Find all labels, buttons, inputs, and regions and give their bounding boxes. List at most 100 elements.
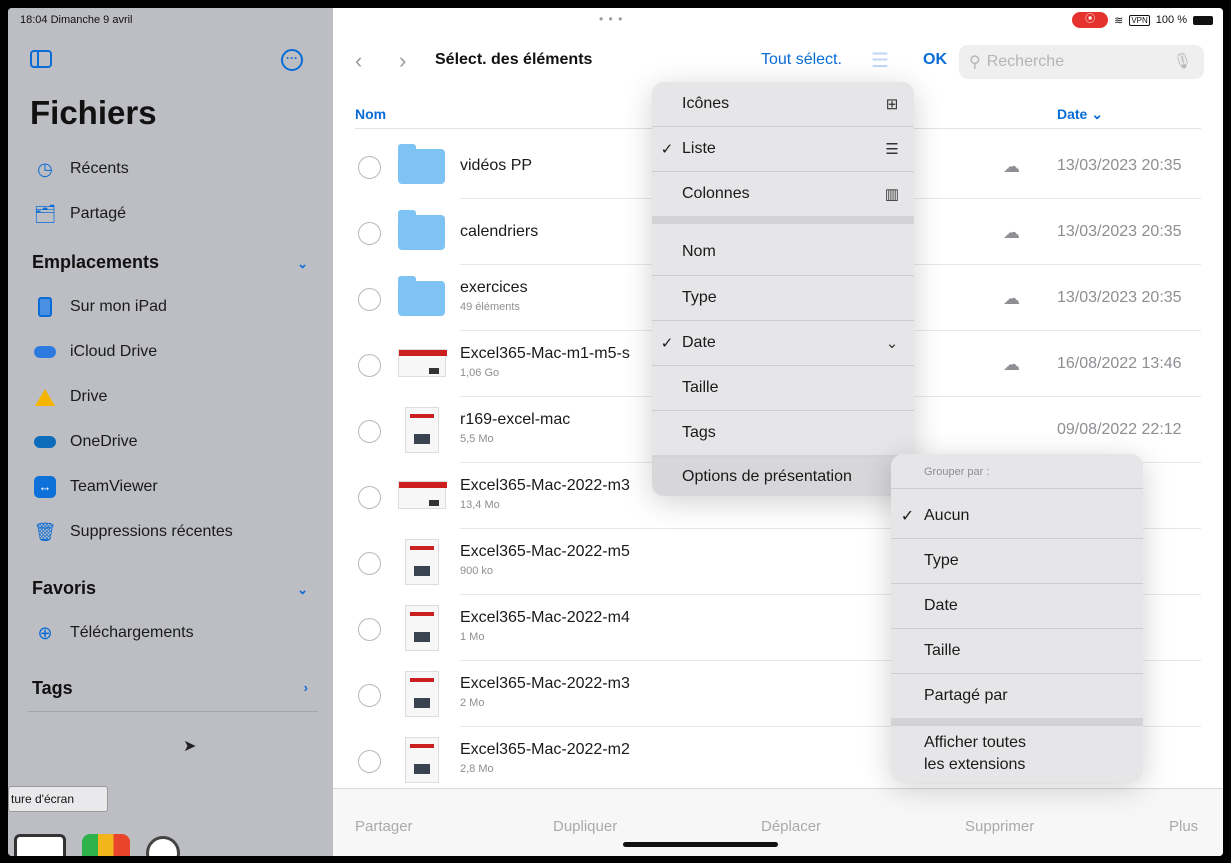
sidebar-item-shared[interactable]: 🗂 Partagé bbox=[32, 200, 126, 228]
search-field[interactable]: ⚲ Recherche 🎙 bbox=[959, 45, 1204, 79]
menu-item-sort-size[interactable]: Taille bbox=[652, 366, 914, 410]
group-item-date[interactable]: Date bbox=[891, 584, 1143, 628]
group-item-shared-by[interactable]: Partagé par bbox=[891, 674, 1143, 718]
sidebar-toggle-icon[interactable] bbox=[30, 50, 52, 68]
group-item-none[interactable]: ✓ Aucun bbox=[891, 494, 1143, 538]
section-favorites[interactable]: Favoris ⌄ bbox=[32, 578, 322, 599]
menu-item-sort-name[interactable]: Nom bbox=[652, 230, 914, 274]
battery-level: 100 % bbox=[1155, 14, 1187, 26]
chevron-down-icon[interactable]: ⌄ bbox=[297, 582, 308, 598]
select-radio[interactable] bbox=[358, 288, 381, 311]
menu-item-label: Date bbox=[924, 597, 958, 614]
sidebar-item-drive[interactable]: Drive bbox=[32, 383, 107, 411]
chevron-right-icon[interactable]: › bbox=[304, 680, 308, 695]
delete-button[interactable]: Supprimer bbox=[965, 818, 1034, 835]
screenshot-app-icon[interactable] bbox=[14, 834, 66, 856]
view-options-list-icon[interactable]: ☰ bbox=[871, 48, 889, 73]
menu-item-label: Icônes bbox=[682, 95, 730, 112]
cloud-download-icon[interactable]: ☁ bbox=[1003, 289, 1020, 309]
menu-item-label-line1: Afficher toutes bbox=[924, 734, 1026, 751]
onedrive-icon bbox=[32, 429, 58, 455]
menu-item-list[interactable]: ✓ Liste ☰ bbox=[652, 127, 914, 171]
dock-app-icon[interactable] bbox=[82, 834, 130, 856]
select-radio[interactable] bbox=[358, 750, 381, 773]
folder-icon bbox=[398, 210, 445, 250]
select-radio[interactable] bbox=[358, 420, 381, 443]
menu-item-icons[interactable]: Icônes ⊞ bbox=[652, 82, 914, 126]
sidebar-item-on-ipad[interactable]: Sur mon iPad bbox=[32, 293, 167, 321]
columns-icon: ▥ bbox=[884, 186, 900, 203]
select-radio[interactable] bbox=[358, 156, 381, 179]
select-radio[interactable] bbox=[358, 552, 381, 575]
file-name: Excel365-Mac-2022-m4 bbox=[460, 609, 630, 626]
sidebar-item-label: Partagé bbox=[70, 205, 127, 222]
move-button[interactable]: Déplacer bbox=[761, 818, 821, 835]
select-radio[interactable] bbox=[358, 486, 381, 509]
menu-item-label: Colonnes bbox=[682, 185, 750, 202]
duplicate-button[interactable]: Dupliquer bbox=[553, 818, 617, 835]
more-button[interactable]: Plus bbox=[1169, 818, 1198, 835]
ok-button[interactable]: OK bbox=[923, 51, 947, 69]
sidebar-item-label: iCloud Drive bbox=[70, 343, 158, 360]
file-name: r169-excel-mac bbox=[460, 411, 571, 428]
select-radio[interactable] bbox=[358, 222, 381, 245]
chevron-down-icon[interactable]: ⌄ bbox=[297, 256, 308, 272]
section-tags[interactable]: Tags › bbox=[32, 678, 322, 699]
column-header-date[interactable]: Date ⌄ bbox=[1057, 106, 1103, 123]
menu-item-label: Afficher toutes les extensions bbox=[924, 732, 1026, 776]
cloud-download-icon[interactable]: ☁ bbox=[1003, 223, 1020, 243]
select-radio[interactable] bbox=[358, 354, 381, 377]
microphone-icon[interactable]: 🎙 bbox=[1173, 52, 1192, 70]
sidebar-item-recents[interactable]: ◷ Récents bbox=[32, 155, 129, 183]
back-button[interactable]: ‹ bbox=[355, 48, 362, 74]
multitasking-dots[interactable]: • • • bbox=[599, 12, 623, 26]
menu-item-label: Taille bbox=[682, 379, 719, 396]
file-name: exercices bbox=[460, 279, 528, 296]
toggle-show-extensions[interactable]: Afficher toutes les extensions bbox=[891, 726, 1143, 782]
menu-item-sort-date[interactable]: ✓ Date ⌄ bbox=[652, 321, 914, 365]
select-radio[interactable] bbox=[358, 618, 381, 641]
sidebar-item-recently-deleted[interactable]: 🗑 Suppressions récentes bbox=[32, 518, 233, 546]
cloud-download-icon[interactable]: ☁ bbox=[1003, 355, 1020, 375]
sidebar-item-label: TeamViewer bbox=[70, 478, 158, 495]
file-meta: 2 Mo bbox=[460, 697, 485, 709]
column-header-name[interactable]: Nom bbox=[355, 106, 386, 122]
dock-app-icon-round[interactable] bbox=[146, 836, 180, 856]
file-meta: 1,06 Go bbox=[460, 367, 500, 379]
menu-group-gap bbox=[891, 718, 1143, 726]
file-name: Excel365-Mac-2022-m2 bbox=[460, 741, 630, 758]
file-name: Excel365-Mac-2022-m3 bbox=[460, 477, 630, 494]
select-radio[interactable] bbox=[358, 684, 381, 707]
menu-item-view-options[interactable]: Options de présentation bbox=[652, 457, 914, 496]
group-item-type[interactable]: Type bbox=[891, 539, 1143, 583]
more-options-icon[interactable]: ··· bbox=[281, 49, 303, 71]
bottom-toolbar: Partager Dupliquer Déplacer Supprimer Pl… bbox=[333, 788, 1223, 856]
status-indicators: ⦿ ≋ VPN 100 % bbox=[1072, 12, 1213, 28]
menu-item-label: Tags bbox=[682, 424, 716, 441]
menu-item-label: Type bbox=[924, 552, 959, 569]
forward-button[interactable]: › bbox=[399, 48, 406, 74]
select-all-button[interactable]: Tout sélect. bbox=[761, 51, 842, 69]
section-label: Emplacements bbox=[32, 252, 160, 272]
file-date: 09/08/2022 22:12 bbox=[1057, 421, 1182, 438]
file-date: 13/03/2023 20:35 bbox=[1057, 223, 1182, 240]
file-meta: 5,5 Mo bbox=[460, 433, 494, 445]
folder-icon bbox=[398, 276, 445, 316]
file-name: calendriers bbox=[460, 223, 539, 240]
file-meta: 900 ko bbox=[460, 565, 494, 577]
menu-item-sort-type[interactable]: Type bbox=[652, 276, 914, 320]
group-item-size[interactable]: Taille bbox=[891, 629, 1143, 673]
cloud-download-icon[interactable]: ☁ bbox=[1003, 157, 1020, 177]
recording-indicator: ⦿ bbox=[1072, 12, 1109, 28]
section-locations[interactable]: Emplacements ⌄ bbox=[32, 252, 322, 273]
wifi-icon: ≋ bbox=[1114, 14, 1124, 27]
sidebar-item-onedrive[interactable]: OneDrive bbox=[32, 428, 138, 456]
sidebar-item-label: Sur mon iPad bbox=[70, 298, 167, 315]
sidebar-item-icloud[interactable]: iCloud Drive bbox=[32, 338, 157, 366]
sidebar-item-downloads[interactable]: ⊕ Téléchargements bbox=[32, 619, 193, 647]
share-button[interactable]: Partager bbox=[355, 818, 413, 835]
home-indicator[interactable] bbox=[623, 842, 778, 847]
sidebar-item-teamviewer[interactable]: ↔ TeamViewer bbox=[32, 473, 158, 501]
menu-item-columns[interactable]: Colonnes ▥ bbox=[652, 172, 914, 216]
menu-item-sort-tags[interactable]: Tags bbox=[652, 411, 914, 455]
